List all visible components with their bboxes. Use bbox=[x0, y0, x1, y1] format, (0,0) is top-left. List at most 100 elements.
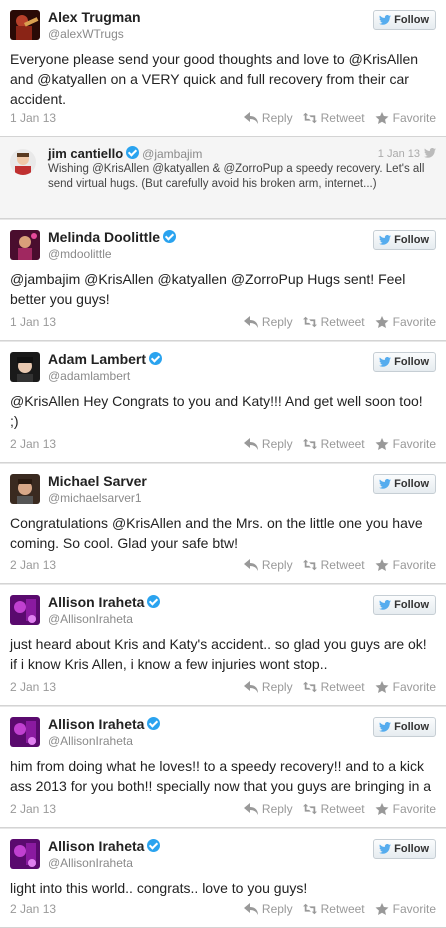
favorite-button[interactable]: Favorite bbox=[375, 902, 436, 916]
retweet-label: Retweet bbox=[320, 558, 365, 572]
tweet-date[interactable]: 1 Jan 13 bbox=[10, 111, 56, 125]
author-handle[interactable]: @adamlambert bbox=[48, 369, 130, 383]
retweet-button[interactable]: Retweet bbox=[302, 315, 365, 329]
verified-badge-icon bbox=[147, 839, 161, 852]
star-icon bbox=[375, 112, 389, 124]
tweet-actions: Reply Retweet Favorite bbox=[243, 558, 436, 572]
follow-label: Follow bbox=[394, 14, 429, 26]
retweet-label: Retweet bbox=[320, 315, 365, 329]
retweet-icon bbox=[302, 681, 317, 693]
twitter-bird-icon bbox=[379, 600, 392, 610]
reply-button[interactable]: Reply bbox=[243, 802, 293, 816]
favorite-button[interactable]: Favorite bbox=[375, 315, 436, 329]
purple-avatar[interactable] bbox=[10, 595, 40, 625]
reply-button[interactable]: Reply bbox=[243, 558, 293, 572]
tweet-date[interactable]: 2 Jan 13 bbox=[10, 902, 56, 916]
verified-badge-icon bbox=[147, 595, 161, 608]
tweet-card: Melinda Doolittle @mdoolittle Follow @ja… bbox=[0, 220, 446, 341]
follow-button[interactable]: Follow bbox=[373, 230, 436, 250]
author-name[interactable]: Alex Trugman bbox=[48, 9, 141, 25]
favorite-button[interactable]: Favorite bbox=[375, 111, 436, 125]
tweet-actions: Reply Retweet Favorite bbox=[243, 437, 436, 451]
tweet-card: Adam Lambert @adamlambert Follow @KrisAl… bbox=[0, 342, 446, 463]
author-handle[interactable]: @alexWTrugs bbox=[48, 27, 124, 41]
favorite-label: Favorite bbox=[392, 437, 436, 451]
portrait-avatar[interactable] bbox=[10, 352, 40, 382]
reply-label: Reply bbox=[261, 802, 293, 816]
author-name[interactable]: Allison Iraheta bbox=[48, 594, 161, 610]
retweet-icon bbox=[302, 316, 317, 328]
author-handle[interactable]: @AllisonIraheta bbox=[48, 612, 133, 626]
reply-button[interactable]: Reply bbox=[243, 111, 293, 125]
guitarist-avatar[interactable] bbox=[10, 10, 40, 40]
reply-icon bbox=[243, 803, 258, 815]
author-name-text: Allison Iraheta bbox=[48, 838, 145, 854]
author-name[interactable]: Adam Lambert bbox=[48, 351, 163, 367]
tweet-date[interactable]: 2 Jan 13 bbox=[10, 802, 56, 816]
purple-avatar[interactable] bbox=[10, 717, 40, 747]
retweet-icon bbox=[302, 438, 317, 450]
follow-button[interactable]: Follow bbox=[373, 717, 436, 737]
follow-button[interactable]: Follow bbox=[373, 474, 436, 494]
retweet-button[interactable]: Retweet bbox=[302, 902, 365, 916]
purple-avatar[interactable] bbox=[10, 839, 40, 869]
portrait-avatar[interactable] bbox=[10, 474, 40, 504]
retweet-button[interactable]: Retweet bbox=[302, 802, 365, 816]
author-handle[interactable]: @michaelsarver1 bbox=[48, 491, 142, 505]
tweet-card: Allison Iraheta @AllisonIraheta Follow l… bbox=[0, 829, 446, 928]
tweet-date[interactable]: 2 Jan 13 bbox=[10, 680, 56, 694]
reply-button[interactable]: Reply bbox=[243, 902, 293, 916]
tweet-date[interactable]: 1 Jan 13 bbox=[10, 315, 56, 329]
follow-button[interactable]: Follow bbox=[373, 10, 436, 30]
follow-label: Follow bbox=[394, 721, 429, 733]
tweet-card: Michael Sarver @michaelsarver1 Follow Co… bbox=[0, 464, 446, 584]
twitter-bird-icon bbox=[379, 844, 392, 854]
reply-button[interactable]: Reply bbox=[243, 680, 293, 694]
favorite-button[interactable]: Favorite bbox=[375, 558, 436, 572]
follow-label: Follow bbox=[394, 478, 429, 490]
singer-avatar[interactable] bbox=[10, 230, 40, 260]
favorite-button[interactable]: Favorite bbox=[375, 802, 436, 816]
favorite-button[interactable]: Favorite bbox=[375, 437, 436, 451]
follow-button[interactable]: Follow bbox=[373, 352, 436, 372]
tweet-text: just heard about Kris and Katy's acciden… bbox=[10, 636, 427, 672]
retweet-button[interactable]: Retweet bbox=[302, 437, 365, 451]
reply-author-name[interactable]: jim cantiello @jambajim bbox=[48, 146, 202, 161]
author-name[interactable]: Allison Iraheta bbox=[48, 716, 161, 732]
reply-author-name-text: jim cantiello bbox=[48, 146, 124, 161]
author-handle[interactable]: @mdoolittle bbox=[48, 247, 112, 261]
author-name[interactable]: Melinda Doolittle bbox=[48, 229, 176, 245]
verified-badge-icon bbox=[163, 230, 176, 243]
retweet-button[interactable]: Retweet bbox=[302, 111, 365, 125]
retweet-label: Retweet bbox=[320, 111, 365, 125]
tweet-meta: 2 Jan 13 Reply Retweet Favorite bbox=[10, 558, 436, 574]
tweet-meta: 2 Jan 13 Reply Retweet Favorite bbox=[10, 902, 436, 918]
reply-date[interactable]: 1 Jan 13 bbox=[378, 148, 420, 160]
author-name[interactable]: Michael Sarver bbox=[48, 473, 147, 489]
follow-button[interactable]: Follow bbox=[373, 839, 436, 859]
retweet-button[interactable]: Retweet bbox=[302, 680, 365, 694]
embedded-reply-card: jim cantiello @jambajim 1 Jan 13 Wishing … bbox=[0, 137, 446, 219]
tweet-meta: 2 Jan 13 Reply Retweet Favorite bbox=[10, 680, 436, 696]
reply-button[interactable]: Reply bbox=[243, 437, 293, 451]
reply-label: Reply bbox=[261, 902, 293, 916]
tweet-date[interactable]: 2 Jan 13 bbox=[10, 437, 56, 451]
tweet-actions: Reply Retweet Favorite bbox=[243, 111, 436, 125]
retweet-label: Retweet bbox=[320, 437, 365, 451]
author-handle[interactable]: @AllisonIraheta bbox=[48, 856, 133, 870]
favorite-label: Favorite bbox=[392, 315, 436, 329]
reply-icon bbox=[243, 316, 258, 328]
author-name[interactable]: Allison Iraheta bbox=[48, 838, 161, 854]
favorite-button[interactable]: Favorite bbox=[375, 680, 436, 694]
author-handle[interactable]: @AllisonIraheta bbox=[48, 734, 133, 748]
reply-label: Reply bbox=[261, 315, 293, 329]
follow-button[interactable]: Follow bbox=[373, 595, 436, 615]
retweet-button[interactable]: Retweet bbox=[302, 558, 365, 572]
reply-author-avatar[interactable] bbox=[10, 149, 36, 175]
reply-button[interactable]: Reply bbox=[243, 315, 293, 329]
twitter-bird-icon bbox=[379, 722, 392, 732]
tweet-text: @jambajim @KrisAllen @katyallen @ZorroPu… bbox=[10, 271, 406, 307]
star-icon bbox=[375, 316, 389, 328]
star-icon bbox=[375, 559, 389, 571]
tweet-date[interactable]: 2 Jan 13 bbox=[10, 558, 56, 572]
